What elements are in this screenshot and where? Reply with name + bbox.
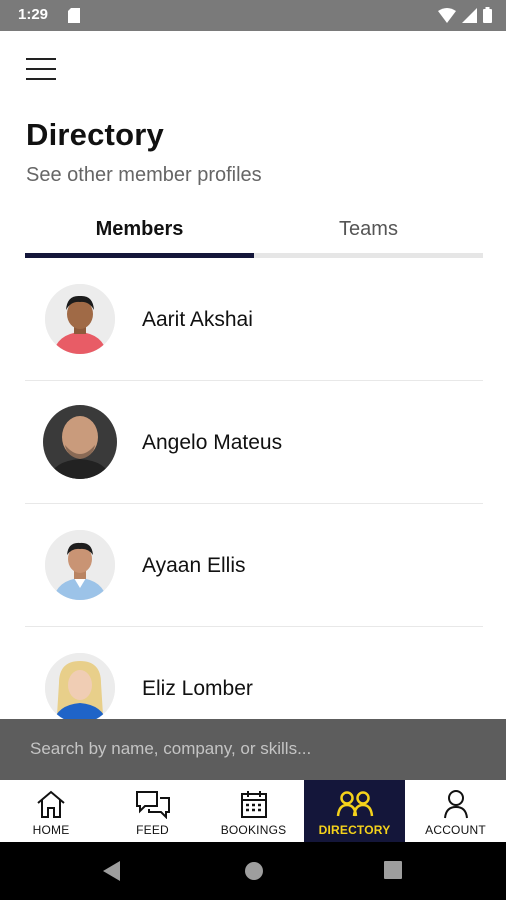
tab-bar: Members Teams xyxy=(25,206,483,258)
wifi-icon xyxy=(438,7,456,28)
list-item[interactable]: Angelo Mateus xyxy=(25,381,483,504)
status-time: 1:29 xyxy=(18,6,49,23)
search-placeholder: Search by name, company, or skills... xyxy=(30,739,312,758)
nav-home[interactable]: HOME xyxy=(0,780,102,842)
nav-directory[interactable]: DIRECTORY xyxy=(304,780,405,842)
member-name: Aarit Akshai xyxy=(142,308,253,331)
system-nav-bar xyxy=(0,842,506,900)
people-icon xyxy=(304,788,405,820)
calendar-icon xyxy=(203,788,304,820)
tab-teams[interactable]: Teams xyxy=(254,206,483,258)
chat-bubbles-icon xyxy=(102,788,203,820)
menu-button[interactable] xyxy=(24,54,58,84)
nav-label: DIRECTORY xyxy=(318,823,391,837)
avatar xyxy=(45,653,115,723)
person-icon xyxy=(405,788,506,820)
list-item[interactable]: Ayaan Ellis xyxy=(25,504,483,627)
nav-account[interactable]: ACCOUNT xyxy=(405,780,506,842)
page-title: Directory xyxy=(26,117,164,152)
nav-label: FEED xyxy=(136,823,169,837)
back-icon[interactable] xyxy=(103,861,121,886)
nav-bookings[interactable]: BOOKINGS xyxy=(203,780,304,842)
recents-icon[interactable] xyxy=(384,861,402,884)
nav-feed[interactable]: FEED xyxy=(102,780,203,842)
home-icon xyxy=(0,788,102,820)
avatar xyxy=(43,405,117,479)
member-name: Eliz Lomber xyxy=(142,677,253,700)
hamburger-menu-icon xyxy=(24,54,58,80)
search-input[interactable]: Search by name, company, or skills... xyxy=(0,719,506,780)
page-subtitle: See other member profiles xyxy=(26,164,262,186)
sd-card-icon xyxy=(68,8,80,28)
nav-label: HOME xyxy=(32,823,70,837)
tab-members[interactable]: Members xyxy=(25,206,254,258)
nav-label: BOOKINGS xyxy=(220,823,287,837)
member-list: Aarit Akshai Angelo Mateus Ayaan Ellis E… xyxy=(25,258,483,750)
member-name: Angelo Mateus xyxy=(142,431,283,454)
avatar xyxy=(45,530,115,600)
signal-icon xyxy=(462,7,477,28)
avatar xyxy=(45,284,115,354)
nav-label: ACCOUNT xyxy=(425,823,486,837)
member-name: Ayaan Ellis xyxy=(142,554,246,577)
status-bar: 1:29 xyxy=(0,0,506,31)
bottom-nav: HOME FEED BOOKINGS DIRECTORY ACCOUNT xyxy=(0,780,506,842)
list-item[interactable]: Aarit Akshai xyxy=(25,258,483,381)
battery-icon xyxy=(483,7,492,28)
home-circle-icon[interactable] xyxy=(244,861,264,886)
